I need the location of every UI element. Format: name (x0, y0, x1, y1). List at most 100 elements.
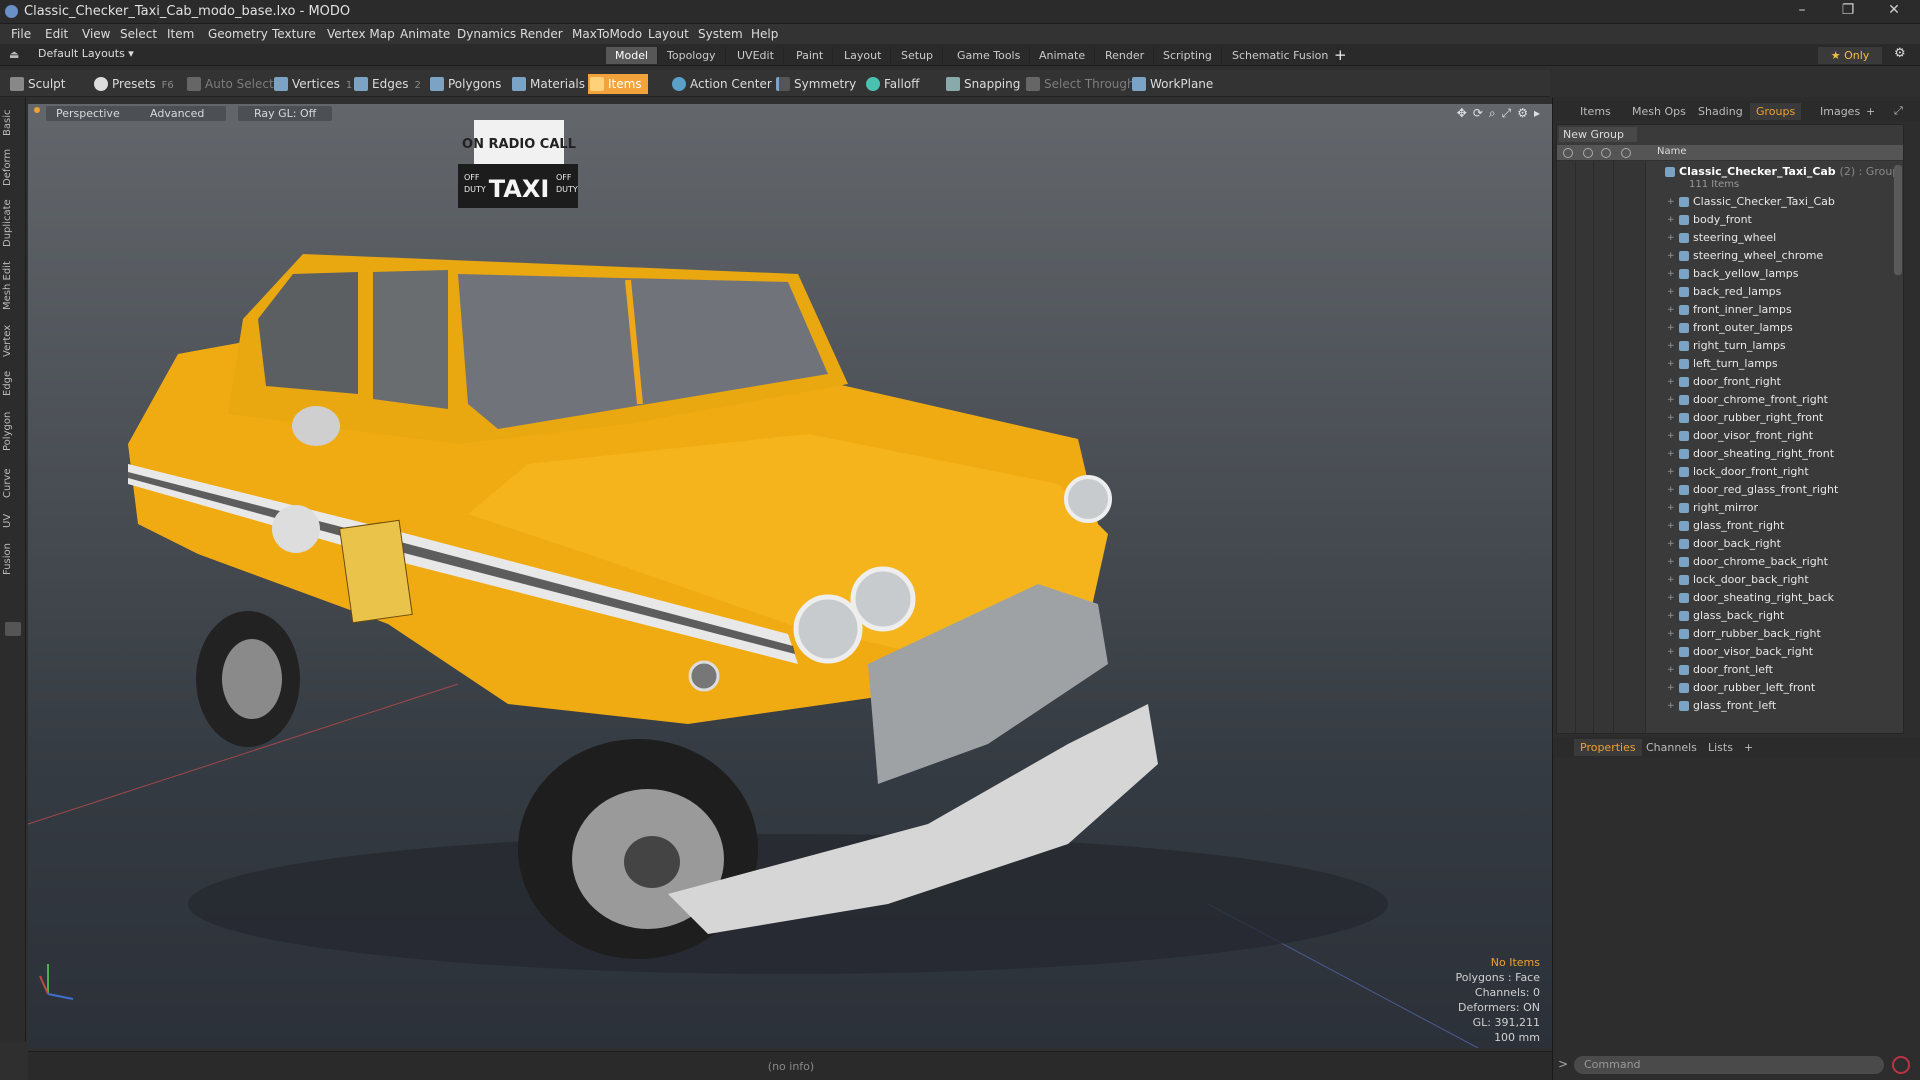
command-input[interactable]: Command (1574, 1056, 1884, 1074)
tab-animate[interactable]: Animate (1030, 47, 1096, 64)
list-item[interactable]: + door_chrome_back_right (1557, 553, 1903, 571)
expand-icon[interactable]: + (1667, 445, 1675, 463)
expand-icon[interactable]: + (1667, 571, 1675, 589)
render-column-icon[interactable] (1583, 148, 1593, 158)
expand-icon[interactable]: + (1667, 319, 1675, 337)
maximize-button[interactable]: ❐ (1828, 2, 1868, 22)
menu-texture[interactable]: Texture (272, 27, 316, 41)
list-item[interactable]: + door_front_left (1557, 661, 1903, 679)
add-layout-tab-button[interactable]: + (1334, 46, 1347, 64)
expand-icon[interactable]: + (1667, 643, 1675, 661)
expand-icon[interactable]: + (1667, 391, 1675, 409)
expand-icon[interactable]: + (1667, 697, 1675, 715)
edges-button[interactable]: Edges 2 (352, 74, 421, 94)
presets-button[interactable]: Presets F6 (92, 74, 174, 94)
tab-shading[interactable]: Shading (1692, 103, 1749, 120)
expand-icon[interactable]: + (1667, 229, 1675, 247)
menu-view[interactable]: View (82, 27, 110, 41)
list-item[interactable]: + Classic_Checker_Taxi_Cab (1557, 193, 1903, 211)
workplane-button[interactable]: WorkPlane (1130, 74, 1213, 94)
expand-icon[interactable]: + (1667, 427, 1675, 445)
list-item[interactable]: + glass_front_right (1557, 517, 1903, 535)
tab-images[interactable]: Images (1814, 103, 1866, 120)
list-item[interactable]: + right_turn_lamps (1557, 337, 1903, 355)
menu-select[interactable]: Select (120, 27, 157, 41)
shading-mode-button[interactable]: Advanced (128, 106, 227, 121)
tab-topology[interactable]: Topology (658, 47, 726, 64)
raygl-toggle[interactable]: Ray GL: Off (238, 106, 333, 121)
menu-system[interactable]: System (698, 27, 743, 41)
expand-icon[interactable]: + (1667, 607, 1675, 625)
tab-game-tools[interactable]: Game Tools (948, 47, 1031, 64)
tab-render[interactable]: Render (1096, 47, 1155, 64)
expand-icon[interactable]: + (1667, 193, 1675, 211)
list-item[interactable]: + front_outer_lamps (1557, 319, 1903, 337)
layout-lock-icon[interactable]: ⏏ (9, 48, 19, 61)
items-button[interactable]: Items (588, 74, 648, 94)
vtab-mesh-edit[interactable]: Mesh Edit (2, 257, 24, 315)
expand-icon[interactable]: + (1667, 283, 1675, 301)
action-center-button[interactable]: Action Center (670, 74, 772, 94)
expand-panel-icon[interactable]: ⤢ (1894, 104, 1903, 118)
sculpt-button[interactable]: Sculpt (8, 74, 65, 94)
list-item[interactable]: + back_red_lamps (1557, 283, 1903, 301)
menu-vertex-map[interactable]: Vertex Map (327, 27, 395, 41)
vtab-vertex[interactable]: Vertex (2, 319, 24, 363)
vtab-edge[interactable]: Edge (2, 365, 24, 401)
list-item[interactable]: + door_rubber_left_front (1557, 679, 1903, 697)
expand-icon[interactable]: + (1667, 553, 1675, 571)
expand-icon[interactable]: + (1667, 265, 1675, 283)
list-item[interactable]: + door_red_glass_front_right (1557, 481, 1903, 499)
tab-lists[interactable]: Lists (1702, 739, 1739, 756)
falloff-button[interactable]: Falloff (864, 74, 919, 94)
expand-icon[interactable]: + (1667, 481, 1675, 499)
list-item[interactable]: + right_mirror (1557, 499, 1903, 517)
menu-dynamics[interactable]: Dynamics (457, 27, 516, 41)
expand-icon[interactable]: + (1667, 211, 1675, 229)
list-item[interactable]: + glass_front_left (1557, 697, 1903, 715)
list-item[interactable]: + door_chrome_front_right (1557, 391, 1903, 409)
expand-icon[interactable]: + (1667, 355, 1675, 373)
vtab-uv[interactable]: UV (2, 507, 24, 535)
vtab-curve[interactable]: Curve (2, 461, 24, 505)
list-item[interactable]: + lock_door_front_right (1557, 463, 1903, 481)
3d-viewport[interactable]: ON RADIO CALL TAXI OFF DUTY OFF DUTY (28, 104, 1554, 1048)
menu-geometry[interactable]: Geometry (208, 27, 268, 41)
list-item[interactable]: + glass_back_right (1557, 607, 1903, 625)
list-item[interactable]: + steering_wheel_chrome (1557, 247, 1903, 265)
menu-render[interactable]: Render (520, 27, 563, 41)
list-item[interactable]: + door_visor_front_right (1557, 427, 1903, 445)
list-item[interactable]: + door_sheating_right_back (1557, 589, 1903, 607)
expand-icon[interactable]: + (1667, 517, 1675, 535)
list-item[interactable]: + lock_door_back_right (1557, 571, 1903, 589)
visibility-column-icon[interactable] (1563, 148, 1573, 158)
add-tab-button[interactable]: + (1860, 103, 1881, 120)
expand-icon[interactable]: + (1667, 337, 1675, 355)
lock-column-icon[interactable] (1601, 148, 1611, 158)
expand-icon[interactable]: + (1667, 535, 1675, 553)
strip-toggle-button[interactable] (5, 622, 21, 636)
expand-icon[interactable]: + (1667, 247, 1675, 265)
vtab-duplicate[interactable]: Duplicate (2, 195, 24, 251)
list-item[interactable]: + front_inner_lamps (1557, 301, 1903, 319)
settings-gear-icon[interactable]: ⚙ (1894, 46, 1906, 61)
menu-edit[interactable]: Edit (45, 27, 68, 41)
list-item[interactable]: + door_sheating_right_front (1557, 445, 1903, 463)
materials-button[interactable]: Materials (510, 74, 585, 94)
tab-setup[interactable]: Setup (892, 47, 944, 64)
list-item[interactable]: + left_turn_lamps (1557, 355, 1903, 373)
vtab-basic[interactable]: Basic (2, 105, 24, 141)
tab-scripting[interactable]: Scripting (1154, 47, 1222, 64)
list-item[interactable]: + dorr_rubber_back_right (1557, 625, 1903, 643)
auto-select-button[interactable]: Auto Select (185, 74, 274, 94)
tab-channels[interactable]: Channels (1640, 739, 1703, 756)
vertices-button[interactable]: Vertices 1 (272, 74, 352, 94)
symmetry-button[interactable]: Symmetry (774, 74, 856, 94)
vtab-polygon[interactable]: Polygon (2, 403, 24, 459)
menu-help[interactable]: Help (751, 27, 778, 41)
select-column-icon[interactable] (1621, 148, 1631, 158)
expand-icon[interactable]: + (1667, 373, 1675, 391)
tab-paint[interactable]: Paint (787, 47, 834, 64)
close-button[interactable]: ✕ (1874, 2, 1914, 22)
list-item[interactable]: + back_yellow_lamps (1557, 265, 1903, 283)
